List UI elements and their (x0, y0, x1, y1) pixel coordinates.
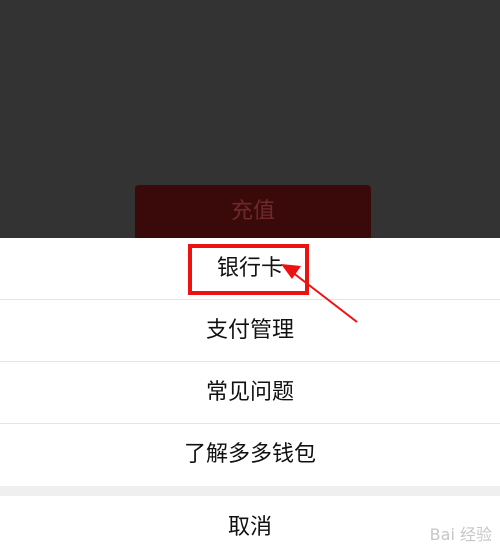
watermark: Bai 经验 (429, 525, 492, 544)
cancel-button[interactable]: 取消 (0, 496, 500, 559)
sheet-item-payment-management[interactable]: 支付管理 (0, 300, 500, 362)
sheet-divider (0, 486, 500, 496)
recharge-button: 充值 (135, 185, 371, 238)
sheet-item-about-wallet[interactable]: 了解多多钱包 (0, 424, 500, 486)
sheet-item-faq[interactable]: 常见问题 (0, 362, 500, 424)
annotation-highlight-box (188, 244, 309, 295)
